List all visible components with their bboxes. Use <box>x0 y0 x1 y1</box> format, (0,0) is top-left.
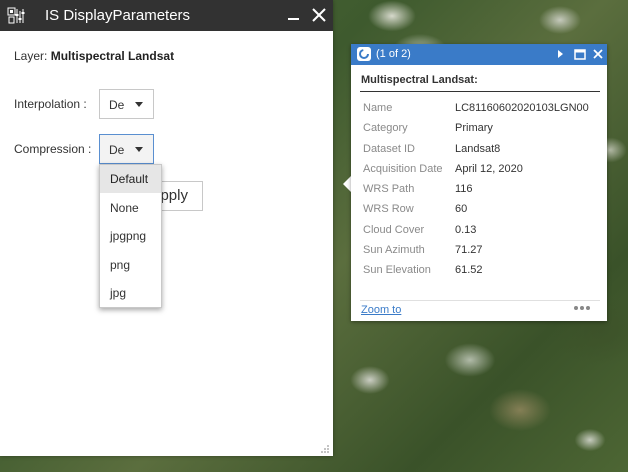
chevron-down-icon <box>135 102 143 107</box>
attribute-value: 116 <box>455 183 473 195</box>
maximize-icon[interactable] <box>573 47 587 61</box>
layer-row: Layer: Multispectral Landsat <box>14 49 174 63</box>
attribute-row: Sun Azimuth 71.27 <box>351 244 607 264</box>
attribute-key: WRS Path <box>363 183 415 195</box>
attribute-key: Dataset ID <box>363 143 415 155</box>
chevron-down-icon <box>135 147 143 152</box>
compression-option-none[interactable]: None <box>100 194 161 222</box>
attribute-key: Acquisition Date <box>363 163 443 175</box>
attribute-row: Acquisition Date April 12, 2020 <box>351 163 607 183</box>
compression-selected-value: De <box>109 143 125 157</box>
zoom-to-link[interactable]: Zoom to <box>361 304 401 316</box>
attribute-value: Primary <box>455 122 493 134</box>
layer-label: Layer: <box>14 49 48 63</box>
resize-grip-icon[interactable] <box>320 444 330 454</box>
compression-dropdown-menu: Default None jpgpng png jpg <box>99 164 162 308</box>
attribute-value: 0.13 <box>455 224 477 236</box>
popup-footer-divider <box>360 300 600 301</box>
attribute-row: WRS Row 60 <box>351 203 607 223</box>
popup-feature-count: (1 of 2) <box>376 48 411 60</box>
display-parameters-dialog: IS DisplayParameters Layer: Multispectra… <box>0 0 333 456</box>
compression-option-jpg[interactable]: jpg <box>100 279 161 307</box>
dialog-titlebar[interactable]: IS DisplayParameters <box>0 0 333 31</box>
attribute-row: Cloud Cover 0.13 <box>351 224 607 244</box>
attribute-key: WRS Row <box>363 203 414 215</box>
identify-popup: (1 of 2) Multispectral Landsat: Name LC8… <box>351 44 607 321</box>
attribute-value: 60 <box>455 203 468 215</box>
minimize-icon[interactable] <box>284 5 304 25</box>
compression-option-jpgpng[interactable]: jpgpng <box>100 222 161 250</box>
compression-option-default[interactable]: Default <box>100 165 161 193</box>
attribute-value: LC81160602020103LGN00 <box>455 102 589 114</box>
popup-title-divider <box>360 91 600 92</box>
attribute-value: 61.52 <box>455 264 483 276</box>
attribute-value: April 12, 2020 <box>455 163 523 175</box>
attribute-row: Sun Elevation 61.52 <box>351 264 607 284</box>
attribute-row: Dataset ID Landsat8 <box>351 143 607 163</box>
attribute-key: Cloud Cover <box>363 224 425 236</box>
close-icon[interactable] <box>591 47 605 61</box>
popup-title: Multispectral Landsat: <box>361 74 478 86</box>
compression-label: Compression : <box>14 142 92 156</box>
compression-option-png[interactable]: png <box>100 251 161 279</box>
interpolation-selected-value: De <box>109 98 125 112</box>
attribute-key: Name <box>363 102 393 114</box>
compression-select[interactable]: De <box>99 134 154 164</box>
attribute-row: WRS Path 116 <box>351 183 607 203</box>
layer-value: Multispectral Landsat <box>50 49 175 63</box>
loading-spinner-icon <box>357 47 371 61</box>
attribute-row: Name LC81160602020103LGN00 <box>351 102 607 122</box>
close-icon[interactable] <box>309 5 329 25</box>
attribute-key: Sun Azimuth <box>363 244 425 256</box>
attribute-key: Sun Elevation <box>363 264 431 276</box>
more-options-icon[interactable] <box>573 303 591 313</box>
attribute-value: Landsat8 <box>455 143 501 155</box>
dialog-title: IS DisplayParameters <box>45 7 191 24</box>
interpolation-select[interactable]: De <box>99 89 154 119</box>
next-feature-icon[interactable] <box>553 47 567 61</box>
display-parameters-icon <box>7 7 25 24</box>
attribute-key: Category <box>363 122 408 134</box>
attribute-value: 71.27 <box>455 244 483 256</box>
interpolation-label: Interpolation : <box>14 97 87 111</box>
attribute-row: Category Primary <box>351 122 607 142</box>
popup-header[interactable]: (1 of 2) <box>351 44 607 65</box>
